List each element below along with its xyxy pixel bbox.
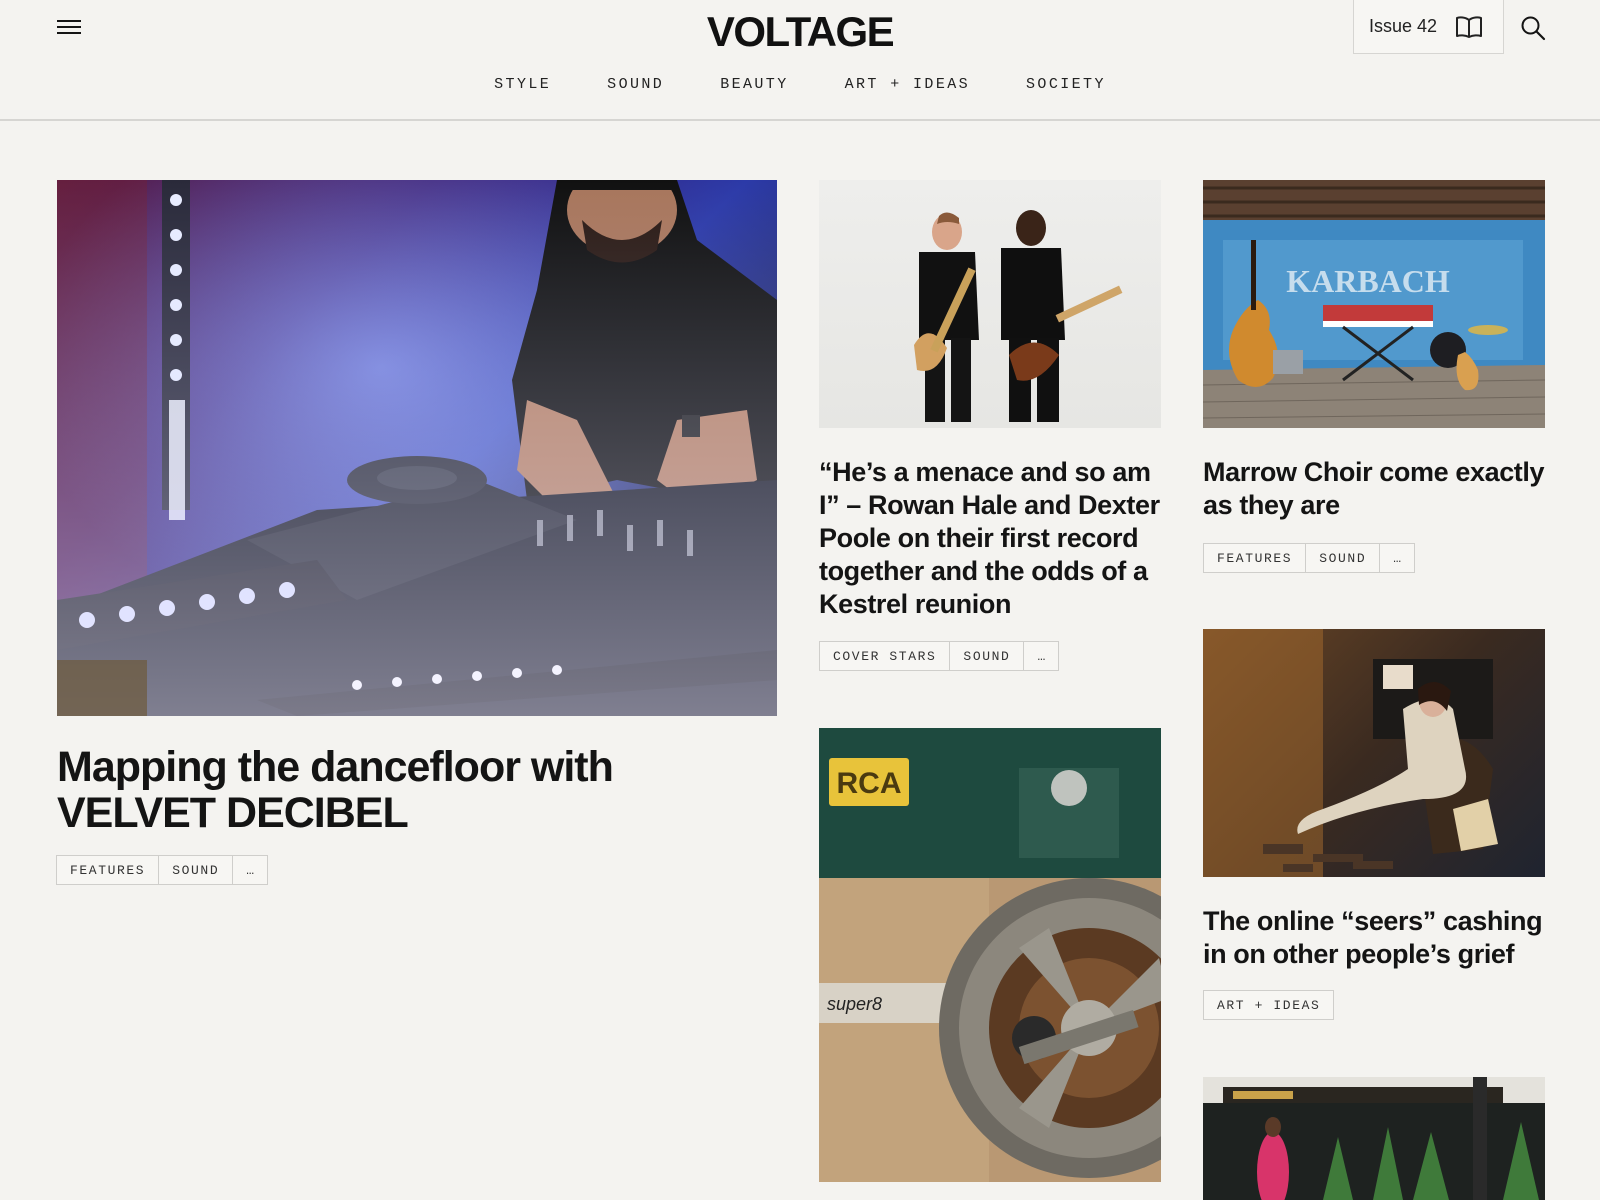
nav-item-sound[interactable]: SOUND [607, 76, 664, 93]
article-image-seers[interactable] [1203, 629, 1545, 877]
tag-more[interactable]: … [1023, 641, 1060, 671]
article-image-stage[interactable]: KARBACH [1203, 180, 1545, 428]
tag-sound[interactable]: SOUND [949, 641, 1025, 671]
tag-more[interactable]: … [232, 855, 269, 885]
article-image-guitarists[interactable] [819, 180, 1161, 428]
featured-headline[interactable]: Mapping the dancefloor with VELVET DECIB… [57, 744, 777, 836]
site-header: VOLTAGE Issue 42 STYLE SOUND BEAUTY ART … [0, 0, 1600, 121]
featured-image-dj[interactable] [57, 180, 777, 716]
main-nav: STYLE SOUND BEAUTY ART + IDEAS SOCIETY [0, 76, 1600, 93]
tag-sound[interactable]: SOUND [158, 855, 234, 885]
article-headline-seers[interactable]: The online “seers” cashing in on other p… [1203, 905, 1545, 971]
nav-item-beauty[interactable]: BEAUTY [720, 76, 788, 93]
article-headline-guitarists[interactable]: “He’s a menace and so am I” – Rowan Hale… [819, 456, 1163, 621]
featured-headline-line1: Mapping the dancefloor with [57, 743, 614, 791]
tag-cover-stars[interactable]: COVER STARS [819, 641, 951, 671]
tag-sound[interactable]: SOUND [1305, 543, 1381, 573]
tag-features[interactable]: FEATURES [1203, 543, 1307, 573]
article-tags-guitarists: COVER STARS SOUND … [819, 641, 1060, 671]
tag-features[interactable]: FEATURES [56, 855, 160, 885]
article-image-garden[interactable] [1203, 1077, 1545, 1200]
super8-logo: super8 [827, 994, 882, 1014]
article-tags-seers: ART + IDEAS [1203, 990, 1335, 1020]
issue-button[interactable]: Issue 42 [1353, 0, 1504, 54]
search-icon[interactable] [1520, 15, 1546, 41]
stage-banner-text: KARBACH [1286, 263, 1450, 299]
tag-more[interactable]: … [1379, 543, 1416, 573]
nav-item-art-ideas[interactable]: ART + IDEAS [845, 76, 970, 93]
open-book-icon [1456, 15, 1482, 38]
tag-art-ideas[interactable]: ART + IDEAS [1203, 990, 1335, 1020]
issue-label: Issue 42 [1368, 16, 1437, 36]
article-tags-marrow-choir: FEATURES SOUND … [1203, 543, 1416, 573]
article-headline-marrow-choir[interactable]: Marrow Choir come exactly as they are [1203, 456, 1545, 522]
featured-headline-line2: VELVET DECIBEL [57, 789, 409, 837]
article-image-projector[interactable]: RCA super8 [819, 728, 1161, 1182]
nav-item-style[interactable]: STYLE [494, 76, 551, 93]
nav-item-society[interactable]: SOCIETY [1026, 76, 1106, 93]
rca-logo: RCA [837, 767, 902, 800]
featured-tags: FEATURES SOUND … [56, 855, 269, 885]
